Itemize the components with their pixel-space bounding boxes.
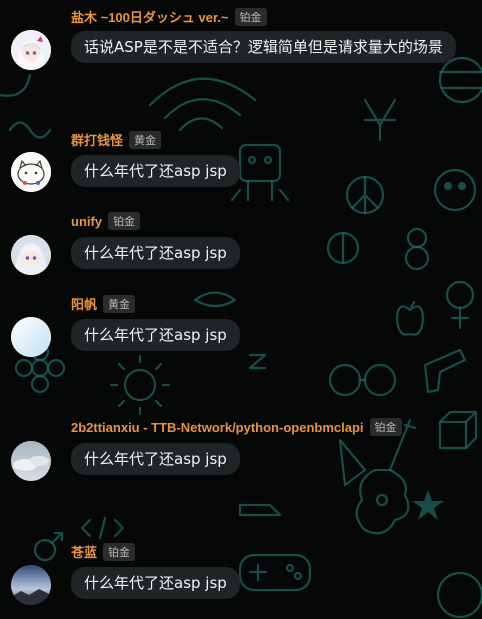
message-bubble[interactable]: 话说ASP是不是不适合？逻辑简单但是请求量大的场景	[71, 31, 456, 63]
dusk-avatar-icon	[11, 565, 51, 605]
user-avatar[interactable]	[11, 30, 51, 70]
author-row: 群打钱怪 黄金	[71, 130, 162, 149]
message-bubble[interactable]: 什么年代了还asp jsp	[71, 319, 240, 351]
author-name[interactable]: 盐木 ~100日ダッシュ ver.~	[71, 7, 229, 26]
author-row: 苍蓝 铂金	[71, 542, 136, 561]
user-avatar[interactable]	[11, 441, 51, 481]
author-name[interactable]: unify	[71, 214, 102, 229]
rank-badge: 铂金	[369, 418, 402, 436]
rank-badge: 黄金	[103, 294, 136, 313]
sky-avatar-icon	[11, 317, 51, 357]
author-name[interactable]: 2b2ttianxiu - TTB-Network/python-openbmc…	[71, 420, 364, 435]
author-name[interactable]: 苍蓝	[71, 542, 97, 561]
author-row: 2b2ttianxiu - TTB-Network/python-openbmc…	[71, 418, 402, 436]
rank-badge: 黄金	[129, 130, 162, 149]
cat-sketch-avatar-icon	[11, 152, 51, 192]
author-row: 盐木 ~100日ダッシュ ver.~ 铂金	[71, 7, 267, 26]
message-bubble[interactable]: 什么年代了还asp jsp	[71, 567, 240, 599]
chat-message-list[interactable]: 盐木 ~100日ダッシュ ver.~ 铂金 话说ASP是不是不适合？逻辑简单但是…	[0, 0, 482, 619]
message-bubble[interactable]: 什么年代了还asp jsp	[71, 237, 240, 269]
user-avatar[interactable]	[11, 565, 51, 605]
cloud-avatar-icon	[11, 441, 51, 481]
author-row: 阳帆 黄金	[71, 294, 136, 313]
user-avatar[interactable]	[11, 235, 51, 275]
message-bubble[interactable]: 什么年代了还asp jsp	[71, 155, 240, 187]
author-name[interactable]: 阳帆	[71, 294, 97, 313]
author-row: unify 铂金	[71, 212, 141, 230]
anime-girl-silver-avatar-icon	[11, 235, 51, 275]
message-bubble[interactable]: 什么年代了还asp jsp	[71, 443, 240, 475]
user-avatar[interactable]	[11, 317, 51, 357]
anime-girl-avatar-icon	[11, 30, 51, 70]
rank-badge: 铂金	[108, 212, 141, 230]
rank-badge: 铂金	[103, 542, 136, 561]
author-name[interactable]: 群打钱怪	[71, 130, 123, 149]
user-avatar[interactable]	[11, 152, 51, 192]
rank-badge: 铂金	[234, 7, 267, 26]
